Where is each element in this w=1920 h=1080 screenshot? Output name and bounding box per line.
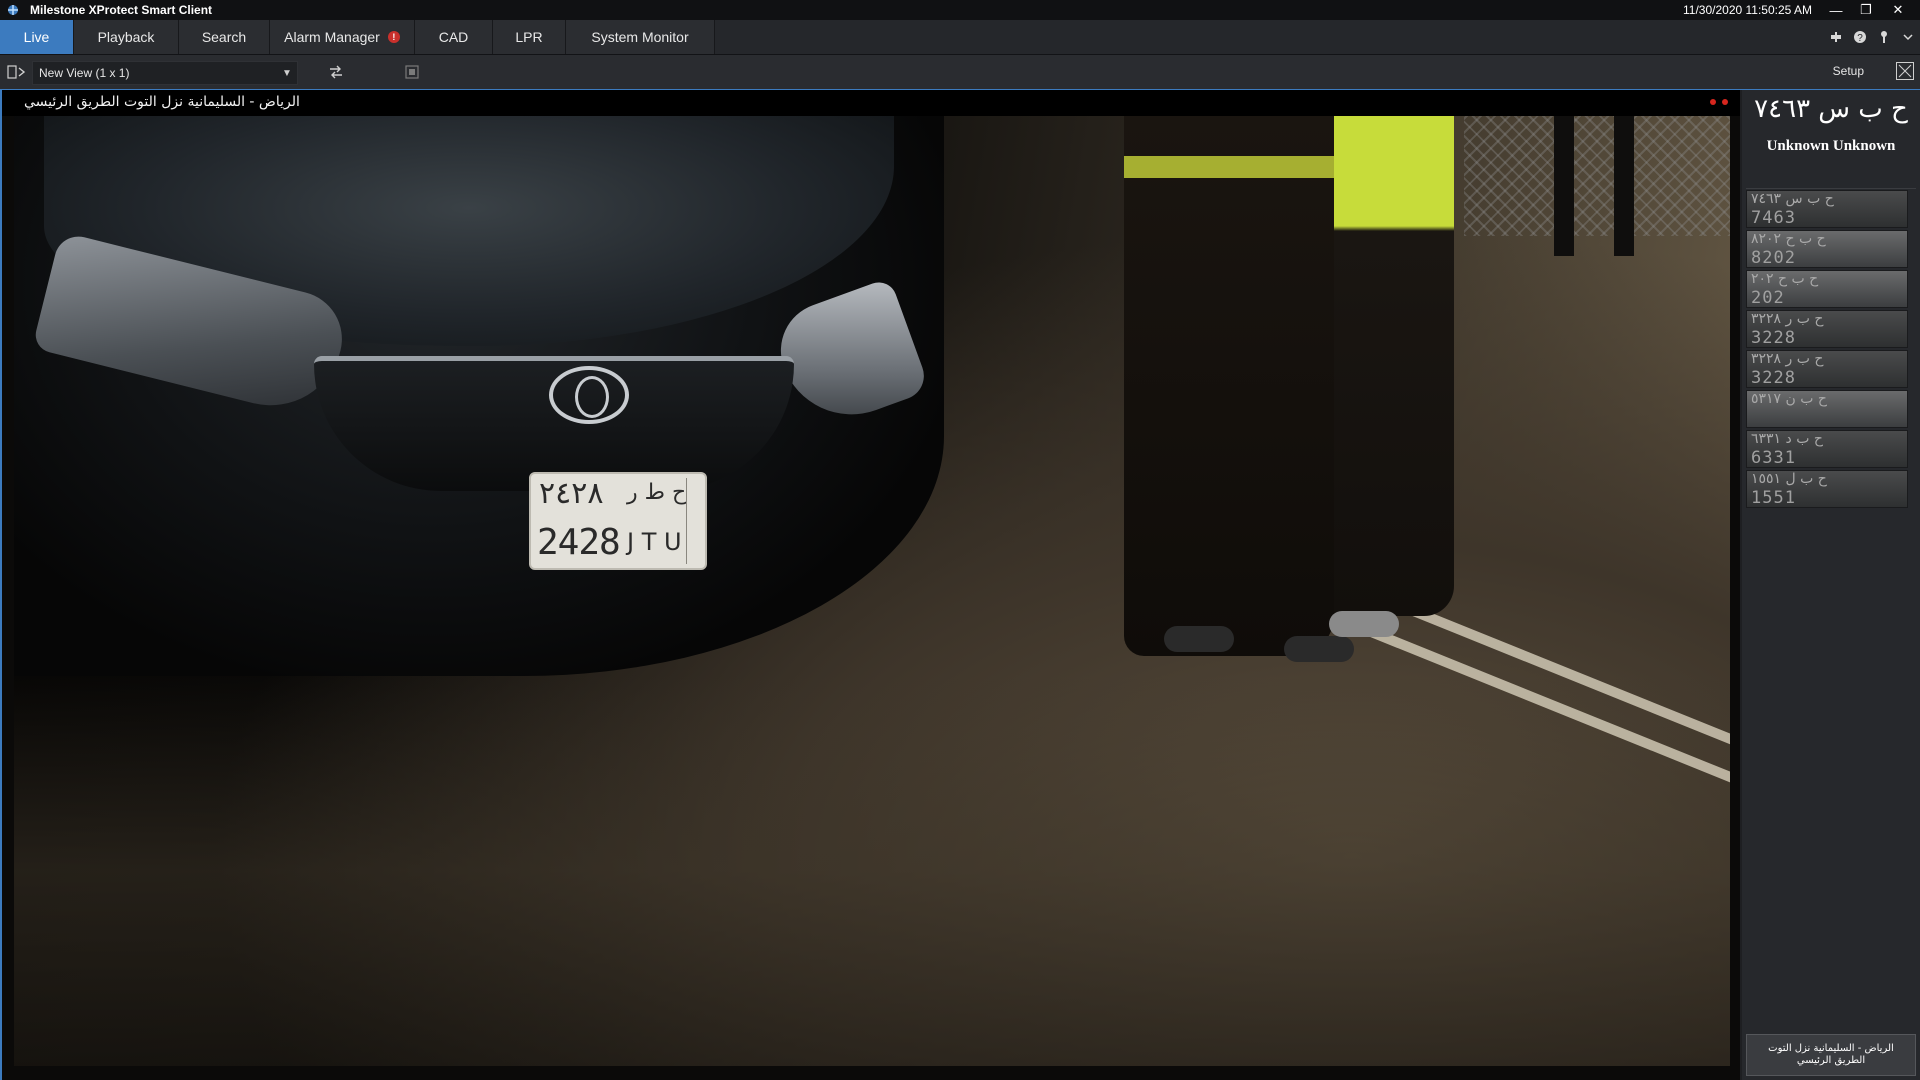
thumb-arabic: ح ب د ٦٣٣١	[1751, 431, 1823, 447]
view-selector[interactable]: New View (1 x 1) ▼	[32, 61, 298, 85]
title-bar: Milestone XProtect Smart Client 11/30/20…	[0, 0, 1920, 20]
thumb-arabic: ح ب س ٧٤٦٣	[1751, 191, 1834, 207]
view-toolbar: New View (1 x 1) ▼ Setup	[0, 55, 1920, 90]
setup-button[interactable]: Setup	[1833, 64, 1864, 78]
tab-label: LPR	[515, 29, 543, 45]
tab-lpr[interactable]: LPR	[493, 20, 566, 54]
camera-header: الرياض - السليمانية نزل التوت الطريق الر…	[2, 90, 1740, 116]
tab-bar: Live Playback Search Alarm Manager ! CAD…	[0, 20, 1920, 55]
plate-arabic-letters: ح ط ر	[627, 480, 687, 505]
person-officer	[1334, 116, 1454, 616]
thumb-arabic: ح ب ر ٣٢٢٨	[1751, 311, 1824, 327]
thumb-latin: 6331	[1751, 448, 1796, 468]
connection-icon[interactable]	[1824, 25, 1848, 49]
recording-indicator-icon	[1710, 99, 1716, 105]
lpr-thumbnail[interactable]: ح ب س ٧٤٦٣ 7463	[1746, 190, 1908, 228]
tab-system-monitor[interactable]: System Monitor	[566, 20, 715, 54]
camera-name: الرياض - السليمانية نزل التوت الطريق الر…	[24, 94, 300, 110]
thumb-arabic: ح ب ن ٥٣١٧	[1751, 391, 1827, 407]
thumb-latin: 202	[1751, 288, 1785, 308]
close-button[interactable]: ✕	[1884, 0, 1912, 20]
lpr-thumbnail-list: ح ب س ٧٤٦٣ 7463 ح ب ح ٨٢٠٢ 8202 ح ب ح ٢٠…	[1746, 190, 1908, 510]
tab-alarm-manager[interactable]: Alarm Manager !	[270, 20, 415, 54]
lpr-thumbnail[interactable]: ح ب ح ٢٠٢ 202	[1746, 270, 1908, 308]
fullscreen-icon[interactable]	[1896, 62, 1914, 80]
lpr-thumbnail[interactable]: ح ب ر ٣٢٢٨ 3228	[1746, 310, 1908, 348]
tab-label: Playback	[97, 29, 155, 45]
tab-label: Live	[23, 29, 50, 45]
plate-latin-numbers: 2428	[537, 522, 621, 563]
reflective-vest	[1124, 156, 1334, 178]
toyota-logo-icon	[549, 366, 629, 424]
vehicle-grille	[314, 356, 794, 491]
thumb-arabic: ح ب ح ٨٢٠٢	[1751, 231, 1826, 247]
lpr-camera-selector[interactable]: الرياض - السليمانية نزل التوت الطريق الر…	[1746, 1034, 1916, 1076]
fence-post	[1614, 116, 1634, 256]
pane-toggle-icon[interactable]	[7, 63, 27, 81]
plate-latin-letters: J T U	[627, 528, 682, 556]
lpr-thumbnail[interactable]: ح ب ح ٨٢٠٢ 8202	[1746, 230, 1908, 268]
vehicle-headlight	[767, 277, 931, 435]
view-selector-value: New View (1 x 1)	[39, 66, 130, 80]
tab-playback[interactable]: Playback	[74, 20, 179, 54]
minimize-button[interactable]: —	[1822, 0, 1850, 20]
thumb-arabic: ح ب ح ٢٠٢	[1751, 271, 1819, 287]
tab-label: CAD	[438, 29, 469, 45]
divider	[1746, 188, 1916, 189]
tab-cad[interactable]: CAD	[415, 20, 493, 54]
plate-arabic-numbers: ٢٤٢٨	[539, 476, 604, 511]
tab-search[interactable]: Search	[179, 20, 270, 54]
lpr-owner-name: Unknown Unknown	[1766, 138, 1896, 154]
restore-button[interactable]: ❐	[1852, 0, 1880, 20]
fence-post	[1554, 116, 1574, 256]
road-surface	[14, 676, 1730, 1066]
swap-view-icon[interactable]	[326, 63, 346, 81]
clock-datetime: 11/30/2020 11:50:25 AM	[1683, 3, 1812, 17]
thumb-latin: 8202	[1751, 248, 1796, 268]
camera-view-pane[interactable]: الرياض - السليمانية نزل التوت الطريق الر…	[0, 90, 1740, 1080]
help-icon[interactable]: ?	[1848, 25, 1872, 49]
pin-icon[interactable]	[1872, 25, 1896, 49]
app-title: Milestone XProtect Smart Client	[30, 3, 213, 17]
tab-label: Search	[201, 29, 247, 45]
vehicle-license-plate: ٢٤٢٨ ح ط ر 2428 J T U	[529, 472, 707, 570]
chevron-down-icon[interactable]	[1896, 25, 1920, 49]
lpr-thumbnail[interactable]: ح ب ل ١٥٥١ 1551	[1746, 470, 1908, 508]
shoe	[1284, 636, 1354, 662]
thumb-latin: 7463	[1751, 208, 1796, 228]
thumb-latin: 3228	[1751, 328, 1796, 348]
vehicle-toyota: ٢٤٢٨ ح ط ر 2428 J T U	[14, 116, 944, 676]
live-indicator-icon	[1722, 99, 1728, 105]
milestone-logo-icon	[6, 3, 20, 17]
snapshot-icon[interactable]	[402, 63, 422, 81]
shoe	[1164, 626, 1234, 652]
live-video-feed[interactable]: ٢٤٢٨ ح ط ر 2428 J T U	[14, 116, 1730, 1066]
tab-label: System Monitor	[591, 29, 689, 45]
lpr-thumbnail[interactable]: ح ب د ٦٣٣١ 6331	[1746, 430, 1908, 468]
tab-label: Alarm Manager	[284, 29, 380, 45]
chevron-down-icon: ▼	[282, 67, 292, 79]
shoe	[1329, 611, 1399, 637]
lpr-thumbnail[interactable]: ح ب ر ٣٢٢٨ 3228	[1746, 350, 1908, 388]
lpr-side-panel: ح ب س ٧٤٦٣ Unknown Unknown ح ب س ٧٤٦٣ 74…	[1742, 90, 1920, 1080]
person-officer	[1124, 116, 1334, 656]
alarm-badge: !	[387, 31, 400, 43]
plate-country-strip	[686, 478, 701, 564]
thumb-arabic: ح ب ل ١٥٥١	[1751, 471, 1827, 487]
thumb-arabic: ح ب ر ٣٢٢٨	[1751, 351, 1824, 367]
background-fence	[1464, 116, 1730, 236]
thumb-latin: 1551	[1751, 488, 1796, 508]
lpr-recognized-plate: ح ب س ٧٤٦٣	[1754, 94, 1908, 124]
svg-text:?: ?	[1857, 33, 1863, 44]
tab-live[interactable]: Live	[0, 20, 74, 54]
lpr-thumbnail[interactable]: ح ب ن ٥٣١٧	[1746, 390, 1908, 428]
tab-tools: ?	[1824, 20, 1920, 54]
thumb-latin: 3228	[1751, 368, 1796, 388]
